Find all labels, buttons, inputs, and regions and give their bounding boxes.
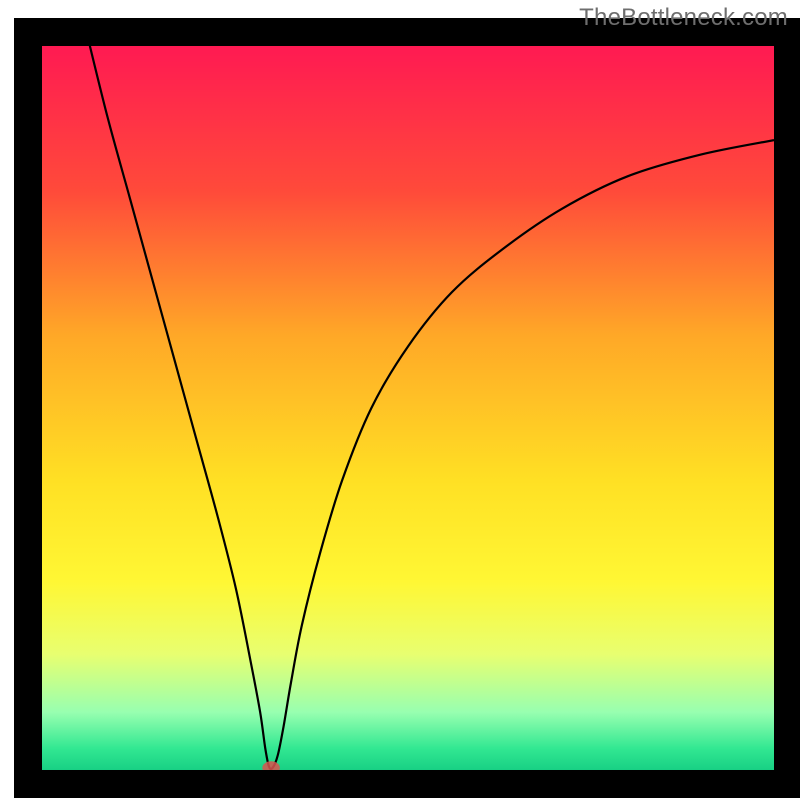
heat-gradient-background: [42, 46, 774, 770]
watermark-text: TheBottleneck.com: [579, 4, 788, 32]
bottleneck-chart: [0, 0, 800, 800]
